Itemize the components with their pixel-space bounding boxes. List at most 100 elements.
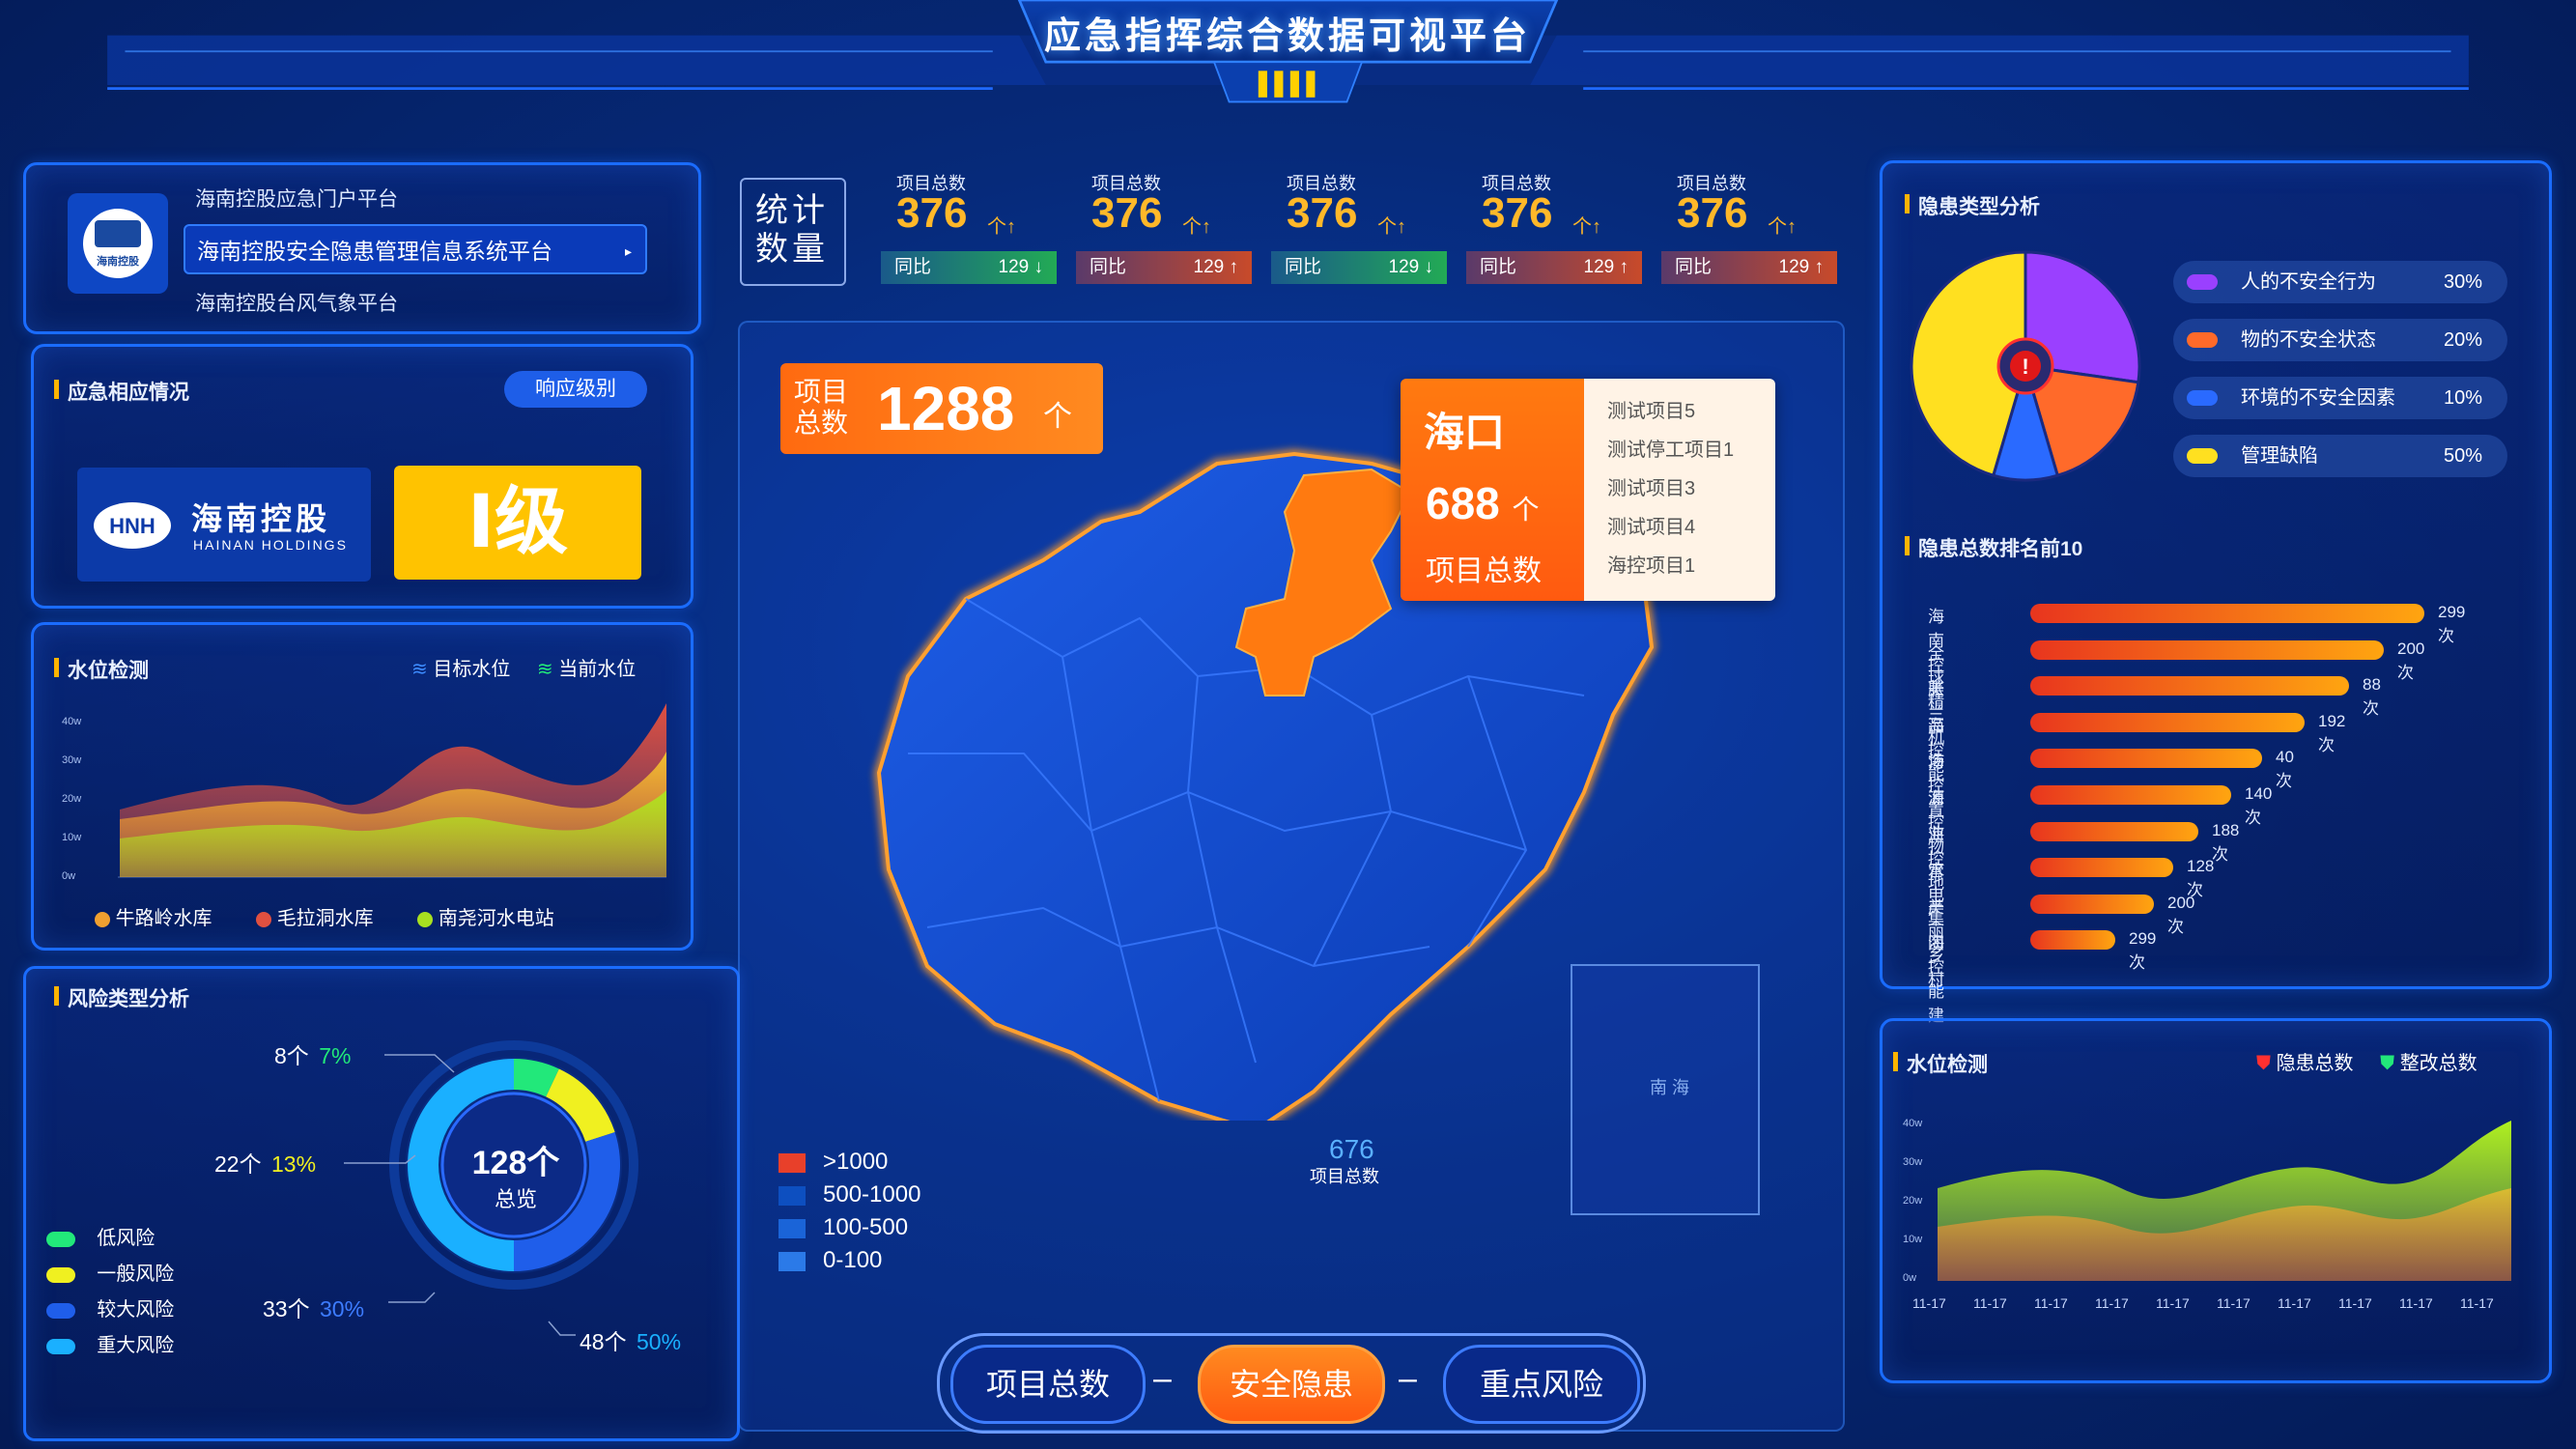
map-total-value: 1288	[877, 374, 1015, 443]
yoy-value: 129 ↑	[1194, 251, 1238, 284]
arrow-down-icon: ↓	[1033, 257, 1044, 277]
legend-swatch	[46, 1302, 75, 1319]
hazard-item-name: 物的不安全状态	[2241, 329, 2376, 351]
ranking-bar	[2030, 858, 2173, 878]
company-name-en: HAINAN HOLDINGS	[193, 537, 348, 553]
ranking-bar	[2030, 894, 2154, 914]
yoy-number: 129	[1193, 257, 1225, 277]
map-legend-item: >1000	[778, 1146, 920, 1179]
ranking-title: 隐患总数排名前10	[1905, 533, 2082, 562]
legend-swatch	[2187, 448, 2218, 464]
popup-project[interactable]: 测试停工项目1	[1584, 431, 1775, 469]
arrow-up-icon: ↑	[1592, 216, 1601, 238]
ranking-value: 192次	[2318, 711, 2346, 754]
yoy-value: 129 ↓	[999, 251, 1043, 284]
portal-link-typhoon[interactable]: 海南控股台风气象平台	[195, 288, 398, 317]
hazard-item: 人的不安全行为 30%	[2173, 261, 2507, 303]
popup-project[interactable]: 海控项目1	[1584, 547, 1775, 585]
risk-legend-label: 较大风险	[97, 1299, 175, 1321]
popup-project[interactable]: 测试项目4	[1584, 508, 1775, 547]
shield-alert-icon: ⛊	[2256, 1053, 2271, 1074]
haikou-popup[interactable]: 海口 688 个 项目总数 测试项目5 测试停工项目1 测试项目3 测试项目4 …	[1401, 379, 1775, 601]
ranking-bar	[2030, 785, 2231, 805]
yoy-label: 同比	[1675, 257, 1713, 277]
x-tick: 11-17	[2399, 1295, 2433, 1311]
hazard-item: 物的不安全状态 20%	[2173, 319, 2507, 361]
risk-legend-item: 低风险	[46, 1221, 174, 1257]
y-tick: 10w	[1903, 1234, 1922, 1245]
ranking-name: 海控能建	[1928, 934, 1944, 1026]
yoy-value: 129 ↑	[1584, 251, 1628, 284]
page-title: 应急指挥综合数据可视平台	[1043, 16, 1531, 57]
hazard-item: 管理缺陷 50%	[2173, 435, 2507, 477]
popup-value: 688 个	[1426, 477, 1540, 529]
station-legend: 牛路岭水库 毛拉洞水库 南尧河水电站	[95, 902, 554, 930]
popup-project[interactable]: 测试项目3	[1584, 469, 1775, 508]
response-level-value: Ⅰ级	[394, 466, 641, 580]
ranking-value: 188次	[2212, 820, 2240, 864]
y-tick: 40w	[1903, 1118, 1922, 1129]
map-total-label: 项目 总数	[794, 377, 848, 439]
stat-unit: 个↑	[987, 211, 1016, 239]
ranking-bar	[2030, 712, 2305, 732]
ranking-bar	[2030, 749, 2262, 769]
stat-unit-text: 个	[1768, 216, 1787, 238]
nav-btn-risks[interactable]: 重点风险	[1443, 1345, 1640, 1424]
ranking-value: 140次	[2245, 784, 2273, 827]
legend-rectify-total: 整改总数	[2399, 1053, 2477, 1074]
ranking-value: 299次	[2129, 929, 2157, 973]
popup-unit: 个	[1512, 495, 1540, 525]
stat-card: 项目总数 376 个↑ 同比 129 ↑	[1661, 166, 1837, 284]
y-tick: 0w	[62, 870, 75, 882]
stat-yoy: 同比 129 ↑	[1076, 251, 1252, 284]
ranking-bar	[2030, 676, 2349, 696]
yoy-label: 同比	[894, 257, 932, 277]
portal-link-hazard-label: 海南控股安全隐患管理信息系统平台	[197, 239, 552, 264]
risk-callout-lines	[344, 1054, 576, 1336]
legend-hazard-total: 隐患总数	[2276, 1053, 2354, 1074]
inset-label: 南 海	[1650, 1078, 1690, 1097]
hazard-item-name: 人的不安全行为	[2241, 271, 2376, 293]
map-total-unit: 个	[1043, 392, 1072, 435]
map-sub-label: 项目总数	[1310, 1167, 1379, 1186]
hazard-pie: !	[1910, 250, 2141, 482]
y-tick: 40w	[62, 716, 81, 727]
legend-dot	[417, 911, 434, 927]
popup-project[interactable]: 测试项目5	[1584, 392, 1775, 431]
stat-unit-text: 个	[1572, 216, 1592, 238]
nav-btn-projects[interactable]: 项目总数	[950, 1345, 1146, 1424]
stat-yoy: 同比 129 ↓	[1271, 251, 1447, 284]
x-tick: 11-17	[1973, 1295, 2007, 1311]
map-total-label-line1: 项目	[794, 377, 849, 407]
map-legend-label: >1000	[823, 1149, 889, 1175]
legend-swatch	[778, 1251, 806, 1271]
arrow-up-icon: ↑	[1202, 216, 1211, 238]
x-tick: 11-17	[2338, 1295, 2372, 1311]
hazard-item-name: 管理缺陷	[2241, 445, 2318, 467]
legend-swatch	[46, 1266, 75, 1283]
x-tick: 11-17	[2095, 1295, 2129, 1311]
ranking-name: 美兰机场	[1928, 680, 1944, 772]
nav-btn-hazards[interactable]: 安全隐患	[1198, 1345, 1385, 1424]
stat-card: 项目总数 376 个↑ 同比 129 ↓	[1271, 166, 1447, 284]
map-sub-value: 676	[1329, 1134, 1374, 1164]
stat-yoy: 同比 129 ↓	[881, 251, 1057, 284]
stat-value: 376	[896, 189, 968, 237]
map-legend-label: 0-100	[823, 1247, 883, 1273]
stat-value: 376	[1091, 189, 1163, 237]
water-right-chart: 40w 30w 20w 10w 0w 11-17 11-17 11-17 11-17 1…	[1903, 1118, 2511, 1311]
stat-unit: 个↑	[1572, 211, 1601, 239]
chevron-right-icon: ▸	[624, 243, 632, 259]
portal-link-emergency[interactable]: 海南控股应急门户平台	[195, 184, 398, 213]
ranking-bar	[2030, 930, 2115, 951]
response-level-button[interactable]: 响应级别	[504, 371, 647, 408]
hazard-item-pct: 20%	[2443, 329, 2482, 351]
yoy-value: 129 ↓	[1389, 251, 1433, 284]
stat-unit: 个↑	[1768, 211, 1797, 239]
ranking-value: 88次	[2363, 675, 2381, 719]
portal-link-hazard-system[interactable]: 海南控股安全隐患管理信息系统平台 ▸	[184, 224, 647, 274]
stat-yoy: 同比 129 ↑	[1466, 251, 1642, 284]
legend-dot	[95, 911, 110, 927]
y-tick: 30w	[1903, 1156, 1922, 1168]
arrow-up-icon: ↑	[1006, 216, 1016, 238]
